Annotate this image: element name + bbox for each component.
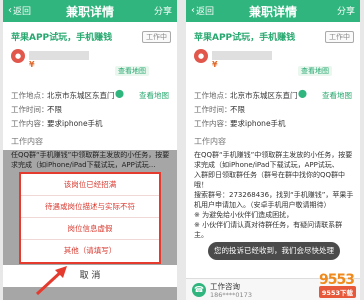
job-status-tag: 工作中 [142, 31, 171, 43]
job-title: 苹果APP试玩，手机赚钱 [194, 33, 296, 43]
job-description: 在QQ群“手机赚钱”中领取群主发放的小任务，按要 求完成（如iPhone/iPa… [194, 151, 354, 239]
option-position-filled[interactable]: 该岗位已经招满 [21, 174, 159, 196]
page-title: 兼职详情 [65, 5, 114, 19]
view-map-link[interactable]: 查看地图 [139, 90, 169, 101]
subtab-row: 查看地图 [11, 66, 171, 78]
section-title: 工作内容 [11, 137, 43, 146]
comparison-screenshot: ‹ 返回 兼职详情 分享 苹果APP试玩，手机赚钱 工作中 ● ¥ 查看地图 工… [0, 0, 364, 300]
location-row: 工作地点：北京市东城区东直门 [11, 91, 115, 100]
site-watermark: 9553 9553下载 [318, 272, 356, 298]
company-name-blurred [29, 51, 89, 60]
map-badge[interactable]: 查看地图 [115, 66, 149, 76]
title-bar: ‹ 返回 兼职详情 分享 [3, 0, 177, 22]
content-row: 工作内容：要求iphone手机 [194, 119, 286, 128]
time-row: 工作时间：不限 [11, 105, 62, 114]
time-row: 工作时间：不限 [194, 105, 245, 114]
phone-icon: ☎ [192, 283, 206, 297]
subtab-row: 查看地图 [194, 66, 354, 78]
contact-number: 186****0173 [210, 291, 252, 299]
share-button[interactable]: 分享 [337, 4, 355, 17]
company-row: ● ¥ [11, 46, 171, 69]
map-badge[interactable]: 查看地图 [298, 66, 332, 76]
option-description-mismatch[interactable]: 待遇或岗位描述与实际不符 [21, 196, 159, 218]
option-false-info[interactable]: 岗位信息虚假 [21, 218, 159, 240]
company-logo-icon: ● [11, 49, 25, 63]
company-logo-icon: ● [194, 49, 208, 63]
page-title: 兼职详情 [248, 5, 297, 19]
complaint-action-sheet: 该岗位已经招满 待遇或岗位描述与实际不符 岗位信息虚假 其他（请填写） [19, 172, 161, 264]
job-status-tag: 工作中 [325, 31, 354, 43]
complaint-received-toast: 您的投诉已经收到，我们会尽快处理 [208, 242, 340, 260]
view-map-link[interactable]: 查看地图 [322, 90, 352, 101]
company-row: ● ¥ [194, 46, 354, 69]
share-button[interactable]: 分享 [154, 4, 172, 17]
map-pin-icon: ⬤ [298, 89, 307, 98]
red-arrow-icon [35, 266, 67, 296]
left-phone-screen: ‹ 返回 兼职详情 分享 苹果APP试玩，手机赚钱 工作中 ● ¥ 查看地图 工… [3, 0, 177, 300]
right-phone-screen: ‹ 返回 兼职详情 分享 苹果APP试玩，手机赚钱 工作中 ● ¥ 查看地图 工… [186, 0, 360, 300]
title-bar: ‹ 返回 兼职详情 分享 [186, 0, 360, 22]
company-name-blurred [212, 51, 272, 60]
cancel-button[interactable]: 取 消 [3, 265, 177, 287]
content-row: 工作内容：要求iphone手机 [11, 119, 103, 128]
job-title: 苹果APP试玩，手机赚钱 [11, 33, 113, 43]
location-row: 工作地点：北京市东城区东直门 [194, 91, 298, 100]
map-pin-icon: ⬤ [115, 89, 124, 98]
section-title: 工作内容 [194, 137, 226, 146]
